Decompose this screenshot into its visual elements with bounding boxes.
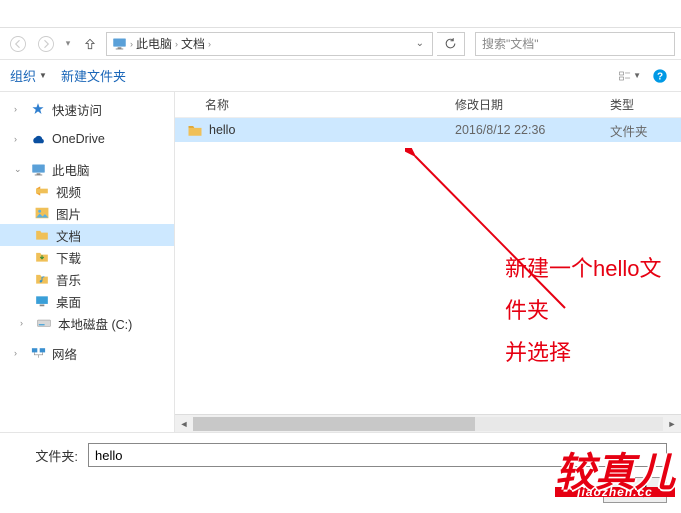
svg-text:?: ?	[657, 71, 663, 82]
videos-icon	[34, 184, 50, 198]
watermark: 较真儿 jiaozhen.cc	[555, 459, 675, 497]
column-name[interactable]: 名称	[175, 96, 455, 113]
sidebar-item-music[interactable]: 音乐	[0, 268, 174, 290]
back-button	[6, 32, 30, 56]
expand-icon: ›	[14, 348, 24, 358]
navigation-bar: ▾ › 此电脑 › 文档 › ⌄ 搜索"文档"	[0, 28, 681, 60]
refresh-button[interactable]	[437, 32, 465, 56]
cloud-icon	[30, 132, 46, 146]
expand-icon: ›	[20, 318, 30, 328]
pictures-icon	[34, 206, 50, 220]
horizontal-scrollbar[interactable]: ◄ ►	[175, 414, 681, 432]
up-button[interactable]	[78, 32, 102, 56]
star-icon	[30, 102, 46, 116]
recent-dropdown[interactable]: ▾	[62, 32, 74, 56]
scroll-left-icon[interactable]: ◄	[175, 419, 193, 429]
file-list-pane: 名称 修改日期 类型 hello 2016/8/12 22:36 文件夹	[175, 92, 681, 432]
downloads-icon	[34, 250, 50, 264]
file-row[interactable]: hello 2016/8/12 22:36 文件夹	[175, 118, 681, 142]
scrollbar-thumb[interactable]	[193, 417, 475, 431]
file-list[interactable]: hello 2016/8/12 22:36 文件夹 新建一个hello文件夹 并…	[175, 118, 681, 414]
sidebar-item-videos[interactable]: 视频	[0, 180, 174, 202]
sidebar-item-downloads[interactable]: 下载	[0, 246, 174, 268]
expand-icon: ›	[14, 104, 24, 114]
chevron-right-icon: ›	[127, 39, 136, 49]
folder-icon	[187, 124, 203, 136]
folder-label: 文件夹:	[14, 446, 78, 465]
sidebar-item-network[interactable]: › 网络	[0, 342, 174, 364]
file-modified: 2016/8/12 22:36	[455, 123, 610, 137]
new-folder-button[interactable]: 新建文件夹	[61, 66, 126, 85]
network-icon	[30, 346, 46, 360]
chevron-down-icon: ▼	[633, 71, 641, 80]
sidebar-item-this-pc[interactable]: ⌄ 此电脑	[0, 158, 174, 180]
column-modified[interactable]: 修改日期	[455, 96, 610, 113]
window-titlebar	[0, 0, 681, 28]
sidebar-item-disk-c[interactable]: › 本地磁盘 (C:)	[0, 312, 174, 334]
sidebar-item-pictures[interactable]: 图片	[0, 202, 174, 224]
scroll-right-icon[interactable]: ►	[663, 419, 681, 429]
sidebar-item-onedrive[interactable]: › OneDrive	[0, 128, 174, 150]
organize-menu[interactable]: 组织▼	[10, 66, 47, 85]
sidebar-item-quick-access[interactable]: › 快速访问	[0, 98, 174, 120]
sidebar-item-documents[interactable]: 文档	[0, 224, 174, 246]
collapse-icon: ⌄	[14, 164, 24, 175]
column-type[interactable]: 类型	[610, 96, 681, 113]
annotation-arrow	[405, 148, 585, 323]
documents-icon	[34, 228, 50, 242]
forward-button	[34, 32, 58, 56]
pc-icon	[30, 162, 46, 176]
search-placeholder: 搜索"文档"	[482, 35, 539, 52]
pc-icon	[111, 37, 127, 51]
music-icon	[34, 272, 50, 286]
desktop-icon	[34, 294, 50, 308]
chevron-right-icon: ›	[205, 39, 214, 49]
toolbar: 组织▼ 新建文件夹 ▼ ?	[0, 60, 681, 92]
file-name: hello	[209, 123, 235, 137]
help-button[interactable]: ?	[649, 65, 671, 87]
annotation-text: 新建一个hello文件夹 并选择	[505, 248, 681, 373]
column-headers[interactable]: 名称 修改日期 类型	[175, 92, 681, 118]
file-type: 文件夹	[610, 121, 681, 140]
disk-icon	[36, 316, 52, 330]
breadcrumb-seg[interactable]: 此电脑	[136, 35, 172, 52]
address-bar[interactable]: › 此电脑 › 文档 › ⌄	[106, 32, 433, 56]
view-options-button[interactable]: ▼	[619, 65, 641, 87]
navigation-sidebar: › 快速访问 › OneDrive ⌄ 此电脑 视频	[0, 92, 175, 432]
chevron-right-icon: ›	[172, 39, 181, 49]
address-dropdown[interactable]: ⌄	[416, 38, 428, 49]
chevron-down-icon: ▼	[39, 71, 47, 80]
search-input[interactable]: 搜索"文档"	[475, 32, 675, 56]
breadcrumb-seg[interactable]: 文档	[181, 35, 205, 52]
expand-icon: ›	[14, 134, 24, 144]
sidebar-item-desktop[interactable]: 桌面	[0, 290, 174, 312]
